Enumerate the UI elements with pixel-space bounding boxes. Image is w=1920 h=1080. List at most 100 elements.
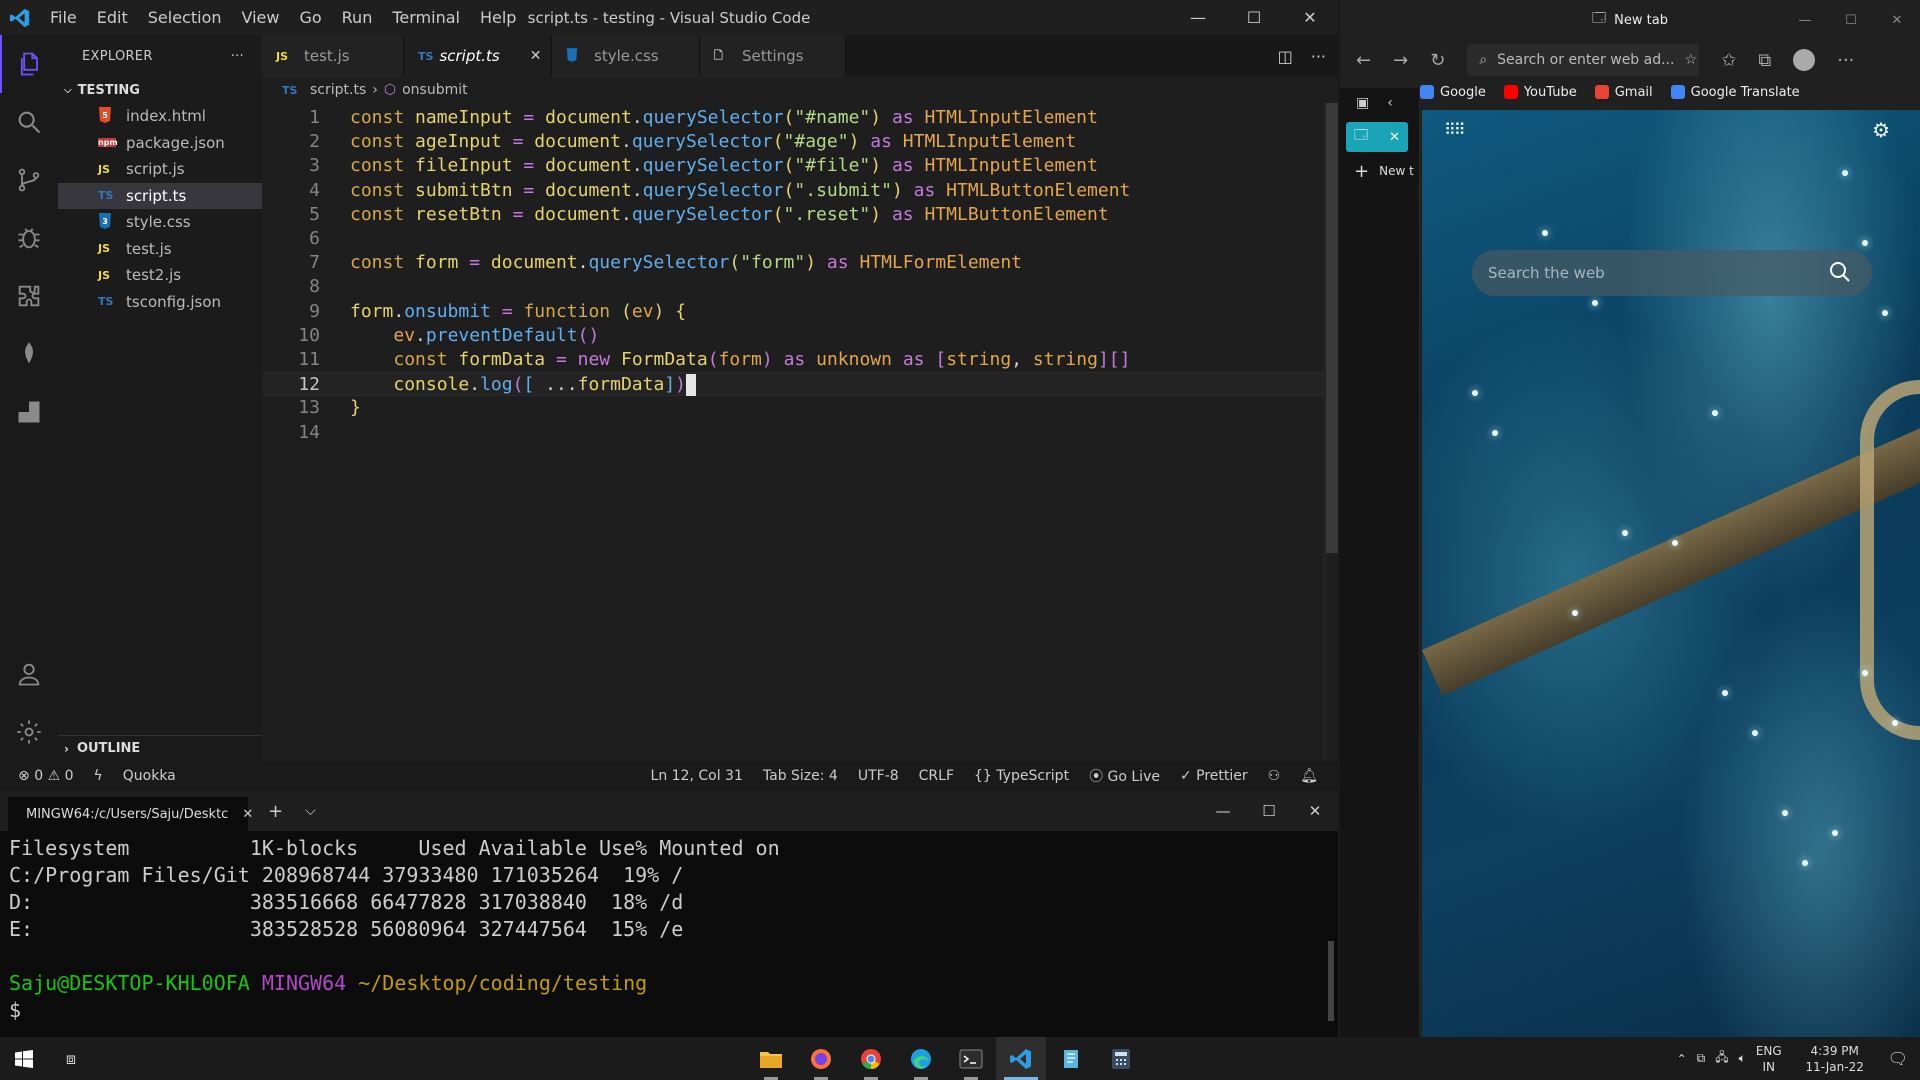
web-search-box[interactable]: Search the web xyxy=(1472,250,1872,296)
bookmark-youtube[interactable]: YouTube xyxy=(1503,85,1577,100)
firefox-icon[interactable] xyxy=(796,1037,846,1080)
terminal-tab[interactable]: MINGW64:/c/Users/Saju/Desktc ✕ xyxy=(8,797,253,831)
refresh-icon[interactable]: ↻ xyxy=(1430,50,1445,71)
tab-settings[interactable]: 🗋 Settings xyxy=(700,35,846,77)
close-tab-icon[interactable]: ✕ xyxy=(530,48,542,64)
outline-section[interactable]: › OUTLINE xyxy=(58,735,262,761)
search-icon[interactable] xyxy=(0,93,58,151)
split-editor-icon[interactable]: ◫ xyxy=(1278,47,1293,66)
encoding[interactable]: UTF-8 xyxy=(858,768,899,784)
meet-now-icon[interactable]: ⧉ xyxy=(1697,1051,1706,1066)
close-tab-icon[interactable]: ✕ xyxy=(1389,130,1400,145)
remote-explorer-icon[interactable] xyxy=(0,383,58,441)
terminal-scrollbar[interactable] xyxy=(1328,941,1334,1021)
menu-item-edit[interactable]: Edit xyxy=(87,0,138,35)
file-explorer-icon[interactable] xyxy=(746,1037,796,1080)
live-share-icon[interactable]: ⚇ xyxy=(1268,768,1281,784)
network-icon[interactable]: 🖧︎ xyxy=(1715,1048,1728,1069)
file-item[interactable]: TS script.ts xyxy=(58,182,262,209)
chevron-down-icon[interactable]: ⌵ xyxy=(305,803,316,819)
more-actions-icon[interactable]: ··· xyxy=(1311,47,1326,66)
file-item[interactable]: 5 index.html xyxy=(58,103,262,130)
tab-actions-icon[interactable]: ▣ xyxy=(1356,95,1369,111)
terminal-output[interactable]: Filesystem 1K-blocks Used Available Use%… xyxy=(0,831,1338,1028)
settings-more-icon[interactable]: ··· xyxy=(1837,50,1854,71)
collapse-pane-icon[interactable]: ‹ xyxy=(1387,95,1393,111)
terminal-icon[interactable] xyxy=(946,1037,996,1080)
file-item[interactable]: JS test.js xyxy=(58,236,262,263)
tab-test-js[interactable]: JS test.js xyxy=(262,35,404,77)
quokka-status[interactable]: Quokka xyxy=(123,768,176,784)
more-actions-icon[interactable]: ··· xyxy=(231,49,244,64)
cursor-position[interactable]: Ln 12, Col 31 xyxy=(651,768,743,784)
go-live-button[interactable]: ⦿ Go Live xyxy=(1089,766,1160,786)
notifications-bell-icon[interactable]: 🔔︎ xyxy=(1300,768,1318,784)
code-editor[interactable]: 1 const nameInput = document.querySelecto… xyxy=(262,103,1324,760)
lightning-icon[interactable]: ϟ xyxy=(94,768,103,784)
line-ending[interactable]: CRLF xyxy=(919,768,954,784)
bookmark-google-translate[interactable]: Google Translate xyxy=(1670,85,1800,100)
bookmark-google[interactable]: Google xyxy=(1420,85,1486,100)
menu-item-selection[interactable]: Selection xyxy=(138,0,232,35)
vscode-taskbar-icon[interactable] xyxy=(996,1037,1046,1080)
notification-center-icon[interactable]: 🗨︎ xyxy=(1888,1049,1908,1068)
menu-item-view[interactable]: View xyxy=(232,0,290,35)
folder-testing[interactable]: ⌵ TESTING xyxy=(58,77,262,103)
mongodb-leaf-icon[interactable] xyxy=(0,325,58,383)
close-button[interactable]: ✕ xyxy=(1282,0,1338,35)
extensions-icon[interactable] xyxy=(0,267,58,325)
accounts-icon[interactable] xyxy=(0,645,58,703)
collections-icon[interactable]: ⧉ xyxy=(1758,50,1771,71)
forward-arrow-icon[interactable]: → xyxy=(1393,50,1408,71)
minimize-button[interactable]: — xyxy=(1782,0,1828,40)
minimize-button[interactable]: — xyxy=(1170,0,1226,35)
maximize-button[interactable]: ☐ xyxy=(1246,791,1292,831)
prettier-status[interactable]: ✓ Prettier xyxy=(1180,768,1248,784)
clock[interactable]: 4:39 PM 11-Jan-22 xyxy=(1792,1043,1878,1075)
new-tab-button[interactable]: + New t xyxy=(1340,156,1419,186)
close-tab-icon[interactable]: ✕ xyxy=(242,807,253,822)
scrollbar-thumb[interactable] xyxy=(1326,103,1338,553)
new-tab-icon[interactable]: + xyxy=(268,801,283,822)
editor-scrollbar[interactable] xyxy=(1324,103,1338,760)
file-item[interactable]: JS test2.js xyxy=(58,262,262,289)
calculator-icon[interactable] xyxy=(1096,1037,1146,1080)
debug-icon[interactable] xyxy=(0,209,58,267)
explorer-icon[interactable] xyxy=(0,35,58,93)
favorites-icon[interactable]: ✩ xyxy=(1721,50,1736,71)
tab-style-css[interactable]: style.css xyxy=(552,35,700,77)
show-hidden-icons-icon[interactable]: ⌃ xyxy=(1677,1052,1687,1066)
close-button[interactable]: ✕ xyxy=(1292,791,1338,831)
add-favorite-icon[interactable]: ☆ xyxy=(1684,52,1697,68)
menu-item-terminal[interactable]: Terminal xyxy=(382,0,470,35)
search-icon[interactable] xyxy=(1828,260,1852,284)
settings-gear-icon[interactable] xyxy=(0,703,58,761)
address-bar[interactable]: ⌕ Search or enter web ad... ☆ xyxy=(1467,44,1700,76)
minimize-button[interactable]: — xyxy=(1200,791,1246,831)
task-view-icon[interactable]: ⧈ xyxy=(48,1037,94,1080)
language-mode[interactable]: {} TypeScript xyxy=(974,768,1069,784)
maximize-button[interactable]: ☐ xyxy=(1226,0,1282,35)
bookmark-gmail[interactable]: Gmail xyxy=(1594,85,1653,100)
start-button[interactable] xyxy=(0,1037,48,1080)
chrome-icon[interactable] xyxy=(846,1037,896,1080)
input-language[interactable]: ENG IN xyxy=(1756,1043,1782,1075)
menu-item-file[interactable]: File xyxy=(40,0,87,35)
volume-icon[interactable]: 🔈︎ xyxy=(1739,1051,1746,1066)
close-button[interactable]: ✕ xyxy=(1874,0,1920,40)
breadcrumb-file[interactable]: script.ts xyxy=(310,82,366,98)
maximize-button[interactable]: ☐ xyxy=(1828,0,1874,40)
file-item[interactable]: 3 style.css xyxy=(58,209,262,236)
app-launcher-icon[interactable]: ⠿⠿ xyxy=(1444,120,1465,139)
vertical-tab-current[interactable]: 🗔︎ ✕ xyxy=(1346,122,1408,152)
page-settings-icon[interactable]: ⚙ xyxy=(1872,118,1890,142)
problems-indicator[interactable]: ⊗ 0 ⚠ 0 xyxy=(18,768,74,784)
edge-icon[interactable] xyxy=(896,1037,946,1080)
source-control-icon[interactable] xyxy=(0,151,58,209)
tab-script-ts[interactable]: TS script.ts ✕ xyxy=(404,35,552,77)
menu-item-run[interactable]: Run xyxy=(332,0,383,35)
breadcrumb-symbol[interactable]: onsubmit xyxy=(402,82,468,98)
back-arrow-icon[interactable]: ← xyxy=(1356,50,1371,71)
profile-avatar-icon[interactable] xyxy=(1793,49,1816,71)
file-item[interactable]: JS script.js xyxy=(58,156,262,183)
